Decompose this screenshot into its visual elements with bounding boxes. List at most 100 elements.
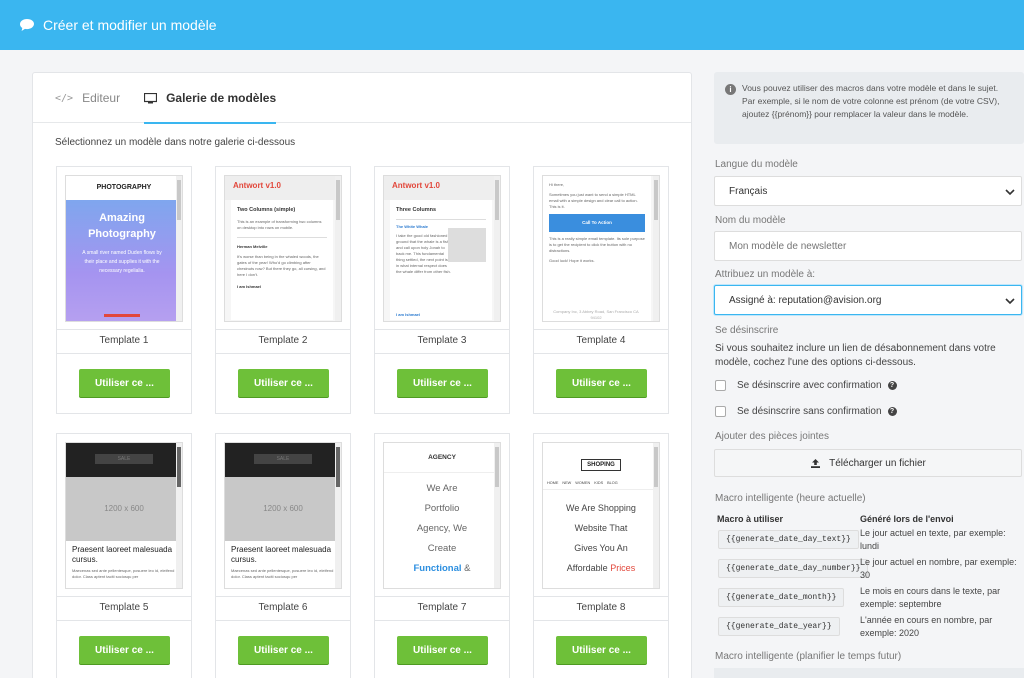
language-label: Langue du modèle	[715, 159, 798, 170]
thumb-scrollbar[interactable]	[176, 443, 182, 588]
thumb-scrollbar[interactable]	[335, 176, 341, 321]
tab-gallery[interactable]: Galerie de modèles	[144, 73, 277, 124]
template-name: Template 4	[534, 330, 668, 354]
thumb-sub: Herman Melville	[237, 244, 268, 249]
template-card-2: Antwort v1.0 Two Columns (simple) This i…	[215, 166, 351, 414]
thumb-line1: We Are Shopping	[566, 503, 636, 513]
page-title: Créer et modifier un modèle	[43, 17, 217, 33]
thumb-hero: Amazing Photography A small river named …	[66, 200, 178, 321]
code-icon: </>	[55, 92, 74, 104]
thumb-heading: Three Columns	[396, 207, 437, 213]
thumb-body: It's worse than being in the whaled wood…	[237, 254, 326, 277]
macro-desc-line: Le mois en cours dans le texte, par	[860, 586, 1001, 596]
thumb-header: SHOPING	[581, 459, 621, 471]
thumb-highlight: Functional	[413, 563, 462, 574]
generated-column-header: Généré lors de l'envoi	[860, 514, 954, 524]
macro-desc-line: Le jour actuel en nombre, par exemple:	[860, 557, 1017, 567]
macro-tag[interactable]: {{generate_date_month}}	[718, 588, 845, 607]
thumb-scrollbar[interactable]	[335, 443, 341, 588]
info-icon: i	[725, 84, 736, 95]
unsubscribe-with-confirmation-checkbox[interactable]	[715, 379, 726, 391]
thumb-nav-item: HOME	[547, 481, 559, 485]
template-editor-panel: </> Editeur Galerie de modèles Sélection…	[32, 72, 692, 678]
thumb-cta: Call To Action	[549, 214, 645, 232]
monitor-icon	[144, 92, 158, 103]
help-icon[interactable]: ?	[887, 406, 897, 416]
chevron-down-icon	[1005, 298, 1015, 305]
template-card-5: SALE 1200 x 600 Praesent laoreet malesua…	[56, 433, 192, 678]
thumb-line1: We Are	[426, 483, 458, 494]
tab-editor[interactable]: </> Editeur	[55, 73, 120, 123]
template-name-input[interactable]	[714, 231, 1022, 261]
template-preview-2[interactable]: Antwort v1.0 Two Columns (simple) This i…	[224, 175, 342, 322]
assign-select[interactable]: Assigné à: reputation@avision.org	[714, 285, 1022, 315]
template-name: Template 3	[375, 330, 509, 354]
thumb-nav: HOME NEW WOMEN KIDS BLOG	[547, 481, 655, 485]
use-template-button[interactable]: Utiliser ce ...	[238, 636, 329, 664]
macro-description: L'année en cours en nombre, par exemple:…	[860, 614, 992, 640]
template-preview-5[interactable]: SALE 1200 x 600 Praesent laoreet malesua…	[65, 442, 183, 589]
unsubscribe-with-confirmation-option: Se désinscrire avec confirmation ?	[715, 378, 897, 392]
thumb-intro: This is an example of transforming two c…	[237, 219, 322, 230]
macro-tag[interactable]: {{generate_date_day_number}}	[718, 559, 869, 578]
thumb-footer: I am Ishmael	[237, 284, 262, 289]
thumb-line2: Website That	[574, 523, 628, 533]
thumb-nav-item: WOMEN	[575, 481, 591, 485]
thumb-logo: SALE	[254, 454, 312, 464]
thumb-body: Maecenas sed ante pellentesque, posuere …	[72, 568, 175, 579]
info-line-2: Par exemple, si le nom de votre colonne …	[742, 96, 1000, 119]
unsubscribe-without-confirmation-checkbox[interactable]	[715, 405, 726, 417]
template-name: Template 1	[57, 330, 191, 354]
template-card-4: Hi there, Sometimes you just want to sen…	[533, 166, 669, 414]
thumb-body: Maecenas sed ante pellentesque, posuere …	[231, 568, 334, 579]
thumb-nav-item: KIDS	[594, 481, 604, 485]
use-template-button[interactable]: Utiliser ce ...	[556, 636, 647, 664]
thumb-hero-body: A small river named Duden flows by their…	[82, 250, 162, 274]
template-card-8: SHOPING HOME NEW WOMEN KIDS BLOG We Are …	[533, 433, 669, 678]
thumb-hero-line1: Amazing	[99, 212, 145, 224]
thumb-scrollbar[interactable]	[494, 176, 500, 321]
macro-description: Le jour actuel en texte, par exemple: lu…	[860, 527, 1006, 553]
template-name: Template 5	[57, 597, 191, 621]
template-name: Template 6	[216, 597, 350, 621]
macro-description: Le mois en cours dans le texte, par exem…	[860, 585, 1000, 611]
macro-desc-line: lundi	[860, 541, 880, 551]
option-label: Se désinscrire avec confirmation	[737, 379, 882, 391]
thumb-scrollbar[interactable]	[653, 443, 659, 588]
use-template-button[interactable]: Utiliser ce ...	[397, 636, 488, 664]
template-preview-1[interactable]: PHOTOGRAPHY Amazing Photography A small …	[65, 175, 183, 322]
template-preview-3[interactable]: Antwort v1.0 Three Columns The White Wha…	[383, 175, 501, 322]
template-card-6: SALE 1200 x 600 Praesent laoreet malesua…	[215, 433, 351, 678]
upload-file-button[interactable]: Télécharger un fichier	[714, 449, 1022, 477]
unsubscribe-description: Si vous souhaitez inclure un lien de dés…	[715, 343, 996, 368]
macro-desc-line: 30	[860, 570, 871, 580]
use-template-button[interactable]: Utiliser ce ...	[79, 636, 170, 664]
macro-tag[interactable]: {{generate_date_day_text}}	[718, 530, 859, 549]
template-preview-8[interactable]: SHOPING HOME NEW WOMEN KIDS BLOG We Are …	[542, 442, 660, 589]
thumb-scrollbar[interactable]	[494, 443, 500, 588]
option-label: Se désinscrire sans confirmation	[737, 405, 882, 417]
template-preview-7[interactable]: AGENCY We Are Portfolio Agency, We Creat…	[383, 442, 501, 589]
macro-tag[interactable]: {{generate_date_year}}	[718, 617, 840, 636]
language-select[interactable]: Français	[714, 176, 1022, 206]
gallery-intro: Sélectionnez un modèle dans notre galeri…	[55, 137, 296, 148]
template-preview-6[interactable]: SALE 1200 x 600 Praesent laoreet malesua…	[224, 442, 342, 589]
assign-value: Assigné à: reputation@avision.org	[729, 294, 882, 306]
use-template-button[interactable]: Utiliser ce ...	[79, 369, 170, 397]
template-settings-panel: i Vous pouvez utiliser des macros dans v…	[714, 72, 1024, 678]
thumb-scrollbar[interactable]	[176, 176, 182, 321]
use-template-button[interactable]: Utiliser ce ...	[397, 369, 488, 397]
template-preview-4[interactable]: Hi there, Sometimes you just want to sen…	[542, 175, 660, 322]
thumb-scrollbar[interactable]	[653, 176, 659, 321]
thumb-signoff: Good luck! Hope it works.	[549, 258, 595, 263]
thumb-footer: I am Ishmael	[396, 312, 421, 317]
tab-editor-label: Editeur	[82, 91, 121, 105]
thumb-nav-item: BLOG	[607, 481, 618, 485]
thumb-header: AGENCY	[384, 443, 500, 473]
macro-info-box: i Vous pouvez utiliser des macros dans v…	[714, 72, 1024, 144]
use-template-button[interactable]: Utiliser ce ...	[238, 369, 329, 397]
help-icon[interactable]: ?	[887, 380, 897, 390]
thumb-amp: &	[464, 563, 471, 574]
template-card-3: Antwort v1.0 Three Columns The White Wha…	[374, 166, 510, 414]
use-template-button[interactable]: Utiliser ce ...	[556, 369, 647, 397]
